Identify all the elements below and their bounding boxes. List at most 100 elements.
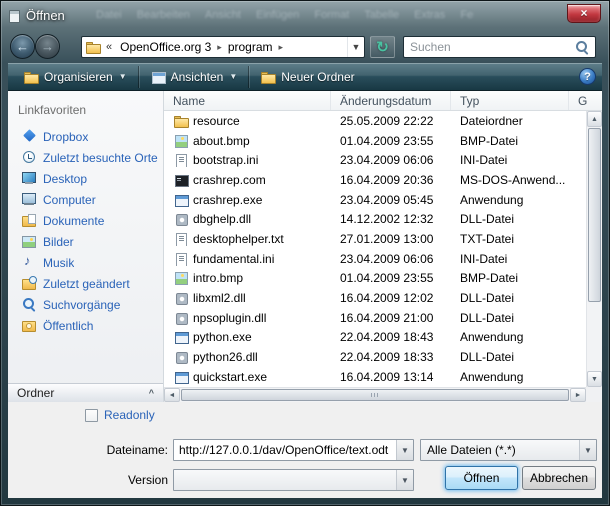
file-name-cell: npsoplugin.dll <box>164 311 331 325</box>
address-dropdown-button[interactable]: ▼ <box>347 37 364 57</box>
table-row[interactable]: npsoplugin.dll16.04.2009 21:00DLL-Datei <box>164 308 586 328</box>
file-name-cell: crashrep.com <box>164 173 331 187</box>
sidebar-item-label: Dokumente <box>43 214 104 228</box>
file-name-cell: about.bmp <box>164 134 331 148</box>
table-row[interactable]: python26.dll22.04.2009 18:33DLL-Datei <box>164 347 586 367</box>
sidebar-item-label: Musik <box>43 256 74 270</box>
background-menu-item: Bearbeiten <box>137 9 190 21</box>
open-dialog: Öffnen DateiBearbeitenAnsichtEinfügenFor… <box>0 0 610 506</box>
readonly-label[interactable]: Readonly <box>104 408 155 422</box>
file-date-cell: 23.04.2009 06:06 <box>331 153 451 167</box>
toolbar-button-new-folder[interactable]: Neuer Ordner <box>251 65 363 89</box>
column-header-1[interactable]: Änderungsdatum <box>331 91 451 110</box>
sidebar-item-music[interactable]: Musik <box>8 252 163 273</box>
sidebar-item-desktop[interactable]: Desktop <box>8 168 163 189</box>
search-input[interactable] <box>404 40 574 54</box>
close-button[interactable]: × <box>567 4 601 23</box>
ini-file-icon <box>173 153 189 167</box>
table-row[interactable]: intro.bmp01.04.2009 23:55BMP-Datei <box>164 269 586 289</box>
column-header-3[interactable]: G <box>569 91 602 110</box>
filename-input[interactable] <box>174 440 396 460</box>
file-rows: resource25.05.2009 22:22Dateiordnerabout… <box>164 111 586 387</box>
crumb-separator-icon[interactable]: ▸ <box>214 42 225 53</box>
sidebar-item-documents[interactable]: Dokumente <box>8 210 163 231</box>
navigation-bar: ← → « OpenOffice.org 3▸program▸ ▼ ↻ <box>1 31 609 63</box>
cancel-button[interactable]: Abbrechen <box>522 466 596 490</box>
filename-label: Dateiname: <box>8 443 168 457</box>
filetype-combobox[interactable]: Alle Dateien (*.*) ▼ <box>420 439 597 461</box>
toolbar-button-label: Ansichten <box>171 70 224 84</box>
table-row[interactable]: crashrep.exe23.04.2009 05:45Anwendung <box>164 190 586 210</box>
sidebar-item-searches[interactable]: Suchvorgänge <box>8 294 163 315</box>
file-date-cell: 14.12.2002 12:32 <box>331 212 451 226</box>
app-file-icon <box>173 330 189 344</box>
help-button[interactable]: ? <box>579 68 596 85</box>
sidebar-item-recently-changed[interactable]: Zuletzt geändert <box>8 273 163 294</box>
column-header-2[interactable]: Typ <box>451 91 569 110</box>
vertical-scroll-thumb[interactable] <box>588 128 601 302</box>
bmp-file-icon <box>173 271 189 285</box>
version-combobox[interactable]: ▼ <box>173 469 414 491</box>
scroll-left-button[interactable]: ◄ <box>164 388 180 402</box>
table-row[interactable]: about.bmp01.04.2009 23:55BMP-Datei <box>164 131 586 151</box>
file-name: quickstart.exe <box>193 370 267 384</box>
scroll-down-icon: ▼ <box>591 376 598 383</box>
refresh-button[interactable]: ↻ <box>370 36 395 58</box>
file-date-cell: 23.04.2009 05:45 <box>331 193 451 207</box>
column-header-0[interactable]: Name <box>164 91 331 110</box>
address-bar[interactable]: « OpenOffice.org 3▸program▸ ▼ <box>81 36 365 58</box>
open-button[interactable]: Öffnen <box>445 466 518 490</box>
sidebar-item-label: Zuletzt geändert <box>43 277 130 291</box>
file-list: NameÄnderungsdatumTypG resource25.05.200… <box>164 91 602 402</box>
horizontal-scrollbar[interactable]: ◄ ► <box>164 387 586 402</box>
table-row[interactable]: quickstart.exe16.04.2009 13:14Anwendung <box>164 367 586 387</box>
dll-file-icon <box>173 212 189 226</box>
msdos-file-icon <box>173 173 189 187</box>
toolbar-button-views[interactable]: Ansichten▼ <box>141 65 247 89</box>
file-name: fundamental.ini <box>193 252 274 266</box>
search-icon[interactable] <box>574 39 590 55</box>
crumb-separator-icon[interactable]: ▸ <box>276 42 287 53</box>
file-date-cell: 25.05.2009 22:22 <box>331 114 451 128</box>
documents-icon <box>21 213 37 228</box>
scroll-down-button[interactable]: ▼ <box>587 371 602 387</box>
chevron-up-icon: ^ <box>149 388 154 398</box>
table-row[interactable]: crashrep.com16.04.2009 20:36MS-DOS-Anwen… <box>164 170 586 190</box>
table-row[interactable]: libxml2.dll16.04.2009 12:02DLL-Datei <box>164 288 586 308</box>
horizontal-scroll-thumb[interactable] <box>181 389 569 401</box>
sidebar-item-public[interactable]: Öffentlich <box>8 315 163 336</box>
table-row[interactable]: fundamental.ini23.04.2009 06:06INI-Datei <box>164 249 586 269</box>
table-row[interactable]: desktophelper.txt27.01.2009 13:00TXT-Dat… <box>164 229 586 249</box>
file-name-cell: resource <box>164 114 331 128</box>
breadcrumb-item[interactable]: program <box>225 40 276 54</box>
filename-combobox: ▼ <box>173 439 414 461</box>
table-row[interactable]: python.exe22.04.2009 18:43Anwendung <box>164 328 586 348</box>
window-title: Öffnen <box>26 8 65 23</box>
table-row[interactable]: dbghelp.dll14.12.2002 12:32DLL-Datei <box>164 209 586 229</box>
breadcrumb-overflow-button[interactable]: « <box>101 41 117 53</box>
background-menu-item: Format <box>314 9 349 21</box>
vertical-scrollbar[interactable]: ▲ ▼ <box>586 111 602 387</box>
file-date-cell: 01.04.2009 23:55 <box>331 271 451 285</box>
back-button[interactable]: ← <box>10 34 35 59</box>
table-row[interactable]: resource25.05.2009 22:22Dateiordner <box>164 111 586 131</box>
sidebar-item-computer[interactable]: Computer <box>8 189 163 210</box>
file-date-cell: 27.01.2009 13:00 <box>331 232 451 246</box>
dropbox-icon <box>21 129 37 144</box>
scroll-right-button[interactable]: ► <box>570 388 586 402</box>
sidebar-item-dropbox[interactable]: Dropbox <box>8 126 163 147</box>
sidebar-item-recent-places[interactable]: Zuletzt besuchte Orte <box>8 147 163 168</box>
filename-dropdown-button[interactable]: ▼ <box>396 440 413 460</box>
scroll-up-button[interactable]: ▲ <box>587 111 602 127</box>
breadcrumb-item[interactable]: OpenOffice.org 3 <box>117 40 214 54</box>
toolbar-button-organize[interactable]: Organisieren▼ <box>14 65 136 89</box>
location-folder-icon[interactable] <box>85 40 101 54</box>
filetype-dropdown-button[interactable]: ▼ <box>579 440 596 460</box>
folders-band[interactable]: Ordner ^ <box>8 383 163 402</box>
readonly-checkbox[interactable] <box>85 409 98 422</box>
version-dropdown-button[interactable]: ▼ <box>396 470 413 490</box>
background-menu-item: Tabelle <box>364 9 399 21</box>
sidebar-item-pictures[interactable]: Bilder <box>8 231 163 252</box>
table-row[interactable]: bootstrap.ini23.04.2009 06:06INI-Datei <box>164 150 586 170</box>
forward-button[interactable]: → <box>35 34 60 59</box>
